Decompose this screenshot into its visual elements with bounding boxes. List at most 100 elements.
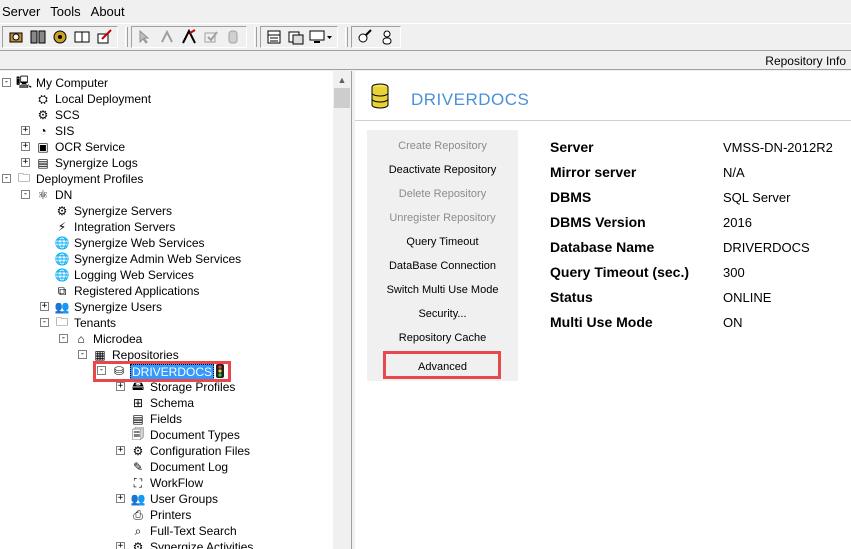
tree-node[interactable]: + 👥 User Groups (0, 491, 333, 507)
tree-node[interactable]: ▤ Fields (0, 411, 333, 427)
tree-node-label: Configuration Files (150, 444, 251, 458)
servers-icon[interactable] (27, 27, 49, 47)
action-security[interactable]: Security... (367, 302, 518, 326)
menu-about[interactable]: About (91, 4, 125, 19)
expand-icon[interactable]: + (116, 382, 125, 391)
tree-node[interactable]: 🌐 Synergize Admin Web Services (0, 251, 333, 267)
info-value: ON (723, 315, 743, 330)
tree-node[interactable]: - 🗀 Tenants (0, 315, 333, 331)
repository-actions: Create Repository Deactivate Repository De… (367, 130, 518, 381)
scroll-up-icon[interactable]: ▲ (333, 71, 351, 88)
info-row: Mirror server N/A (550, 164, 850, 184)
toolbar-group-view (260, 26, 338, 48)
tree-node[interactable]: ⚡ Integration Servers (0, 219, 333, 235)
action-create-repository[interactable]: Create Repository (367, 134, 518, 158)
user-icon[interactable] (376, 27, 398, 47)
sis-icon[interactable] (49, 27, 71, 47)
tree-node[interactable]: + ▣ OCR Service (0, 139, 333, 155)
tree-node[interactable]: ⚙ Synergize Servers (0, 203, 333, 219)
tree-node[interactable]: ⊞ Schema (0, 395, 333, 411)
tree-pane: - 🖳 My Computer ⛭ Local Deployment ⚙ SCS + ◔ SIS +… (0, 71, 352, 549)
globe-icon: 🌐 (54, 236, 70, 250)
deployment-icon[interactable] (5, 27, 27, 47)
info-value: N/A (723, 165, 745, 180)
advanced-button-highlight (383, 351, 501, 379)
action-database-connection[interactable]: DataBase Connection (367, 254, 518, 278)
expand-icon[interactable]: + (21, 142, 30, 151)
tree-node-label: Local Deployment (55, 92, 152, 106)
tree-node[interactable]: ⌕ Full-Text Search (0, 523, 333, 539)
globe-icon: 🌐 (54, 268, 70, 282)
tree-node[interactable]: + ⚙ Configuration Files (0, 443, 333, 459)
menu-server[interactable]: Server (2, 4, 40, 19)
tree-node[interactable]: ⛭ Local Deployment (0, 91, 333, 107)
info-key: Multi Use Mode (550, 314, 653, 330)
tools-icon[interactable] (354, 27, 376, 47)
panel-icon[interactable] (263, 27, 285, 47)
tree-node[interactable]: ✎ Document Log (0, 459, 333, 475)
tree-node[interactable]: ⧉ Registered Applications (0, 283, 333, 299)
tree-node[interactable]: + ◔ SIS (0, 123, 333, 139)
tree-node-label: Document Log (150, 460, 229, 474)
collapse-icon[interactable]: - (2, 174, 11, 183)
branch-disabled-icon[interactable] (156, 27, 178, 47)
action-repository-cache[interactable]: Repository Cache (367, 326, 518, 350)
sis-icon: ◔ (39, 124, 47, 138)
globe-icon: 🌐 (54, 252, 70, 266)
expand-icon[interactable]: + (21, 126, 30, 135)
db-disabled-icon[interactable] (222, 27, 244, 47)
collapse-icon[interactable]: - (21, 190, 30, 199)
info-key: DBMS Version (550, 214, 646, 230)
check-disabled-icon[interactable] (200, 27, 222, 47)
expand-icon[interactable]: + (116, 494, 125, 503)
tree-node[interactable]: - 🗀 Deployment Profiles (0, 171, 333, 187)
collapse-icon[interactable]: - (59, 334, 68, 343)
action-switch-multi-use-mode[interactable]: Switch Multi Use Mode (367, 278, 518, 302)
expand-icon[interactable]: + (116, 446, 125, 455)
tree-node[interactable]: ⎙ Printers (0, 507, 333, 523)
action-deactivate-repository[interactable]: Deactivate Repository (367, 158, 518, 182)
scroll-thumb[interactable] (334, 88, 350, 108)
tree-node[interactable]: ⛶ WorkFlow (0, 475, 333, 491)
tree-node-label: Fields (150, 412, 183, 426)
tree-node-label: Document Types (150, 428, 240, 442)
tree-node[interactable]: - ⌂ Microdea (0, 331, 333, 347)
tree-node[interactable]: + ⚙ Synergize Activities (0, 539, 333, 549)
edit-icon[interactable] (93, 27, 115, 47)
toolbar-group-main (2, 26, 118, 48)
action-query-timeout[interactable]: Query Timeout (367, 230, 518, 254)
tree-node[interactable]: - ⚛ DN (0, 187, 333, 203)
action-delete-repository[interactable]: Delete Repository (367, 182, 518, 206)
tree-node[interactable]: + 👥 Synergize Users (0, 299, 333, 315)
toolbar-grip (254, 27, 257, 47)
monitor-dropdown-icon[interactable] (307, 27, 335, 47)
doclog-icon: ✎ (132, 460, 144, 474)
window-icon[interactable] (285, 27, 307, 47)
expand-icon[interactable]: + (116, 542, 125, 549)
tree-node[interactable]: - 🖳 My Computer (0, 75, 333, 91)
repositories-icon: ▦ (94, 348, 106, 362)
tree-node[interactable]: 🌐 Synergize Web Services (0, 235, 333, 251)
tree-node[interactable]: ⚙ SCS (0, 107, 333, 123)
expand-icon[interactable]: + (40, 302, 49, 311)
collapse-icon[interactable]: - (2, 78, 11, 87)
tree-node[interactable]: + ▤ Synergize Logs (0, 155, 333, 171)
arrow-disabled-icon[interactable] (134, 27, 156, 47)
menu-tools[interactable]: Tools (50, 4, 80, 19)
expand-icon[interactable]: + (21, 158, 30, 167)
info-value: SQL Server (723, 190, 791, 205)
tree-node-label: Synergize Activities (150, 540, 254, 549)
info-value: VMSS-DN-2012R2 (723, 140, 833, 155)
tree-node[interactable]: 🌐 Logging Web Services (0, 267, 333, 283)
collapse-icon[interactable]: - (40, 318, 49, 327)
tree-node-label: Synergize Servers (74, 204, 173, 218)
tree-node[interactable]: 🗐 Document Types (0, 427, 333, 443)
run-icon[interactable] (178, 27, 200, 47)
tree-vertical-scrollbar[interactable]: ▲ (333, 71, 351, 549)
action-unregister-repository[interactable]: Unregister Repository (367, 206, 518, 230)
docs-icon[interactable] (71, 27, 93, 47)
usergroups-icon: 👥 (130, 492, 146, 506)
collapse-icon[interactable]: - (78, 350, 87, 359)
search-icon: ⌕ (134, 523, 142, 538)
deployment-icon: ⛭ (38, 91, 48, 106)
